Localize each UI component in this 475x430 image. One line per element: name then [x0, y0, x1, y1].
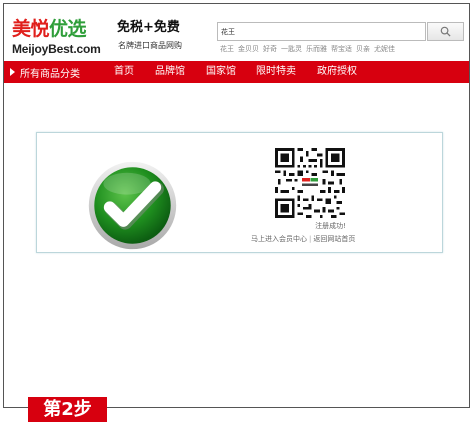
main-nav: 所有商品分类 首页 品牌馆 国家馆 限时特卖 政府授权 [4, 61, 469, 83]
hot-keyword-link[interactable]: 一匙灵 [281, 44, 302, 54]
search-icon [440, 26, 451, 37]
logo-chinese: 美悦优选 [12, 18, 87, 40]
hot-keyword-link[interactable]: 尤妮佳 [374, 44, 395, 54]
nav-item-countries[interactable]: 国家馆 [206, 61, 236, 83]
back-home-link[interactable]: 返回网站首页 [313, 235, 355, 243]
all-categories-label: 所有商品分类 [20, 68, 80, 80]
triangle-right-icon [10, 68, 15, 76]
nav-item-home[interactable]: 首页 [114, 61, 134, 83]
logo-text-red: 美悦 [12, 18, 50, 40]
member-center-link[interactable]: 马上进入会员中心 [251, 235, 307, 243]
all-categories-menu[interactable]: 所有商品分类 [4, 61, 91, 83]
nav-item-flash-sale[interactable]: 限时特卖 [256, 61, 296, 83]
success-message: 注册成功! [315, 222, 346, 230]
next-links: 马上进入会员中心 | 返回网站首页 [251, 234, 355, 244]
hot-keyword-link[interactable]: 花王 [220, 44, 234, 54]
hot-keyword-link[interactable]: 好奇 [263, 44, 277, 54]
search-button[interactable] [427, 22, 464, 41]
hot-keyword-link[interactable]: 贝亲 [356, 44, 370, 54]
checkmark-icon [88, 161, 177, 250]
slogan: 免税+免费 [117, 20, 180, 35]
hot-keyword-link[interactable]: 乐而雅 [306, 44, 327, 54]
hot-keyword-link[interactable]: 金贝贝 [238, 44, 259, 54]
logo-text-green: 优选 [49, 18, 87, 40]
qr-code-icon [275, 148, 345, 218]
hot-keyword-link[interactable]: 帮宝适 [331, 44, 352, 54]
registration-success-panel: 注册成功! 马上进入会员中心 | 返回网站首页 [36, 132, 443, 253]
logo-english: MeijoyBest.com [12, 42, 101, 56]
step-badge: 第2步 [28, 397, 107, 422]
hot-keywords: 花王 金贝贝 好奇 一匙灵 乐而雅 帮宝适 贝亲 尤妮佳 [220, 44, 395, 54]
nav-item-gov-authorized[interactable]: 政府授权 [317, 61, 357, 83]
slogan-subtitle: 名牌进口商品网购 [118, 41, 182, 50]
nav-item-brands[interactable]: 品牌馆 [155, 61, 185, 83]
search-input[interactable] [217, 22, 426, 41]
